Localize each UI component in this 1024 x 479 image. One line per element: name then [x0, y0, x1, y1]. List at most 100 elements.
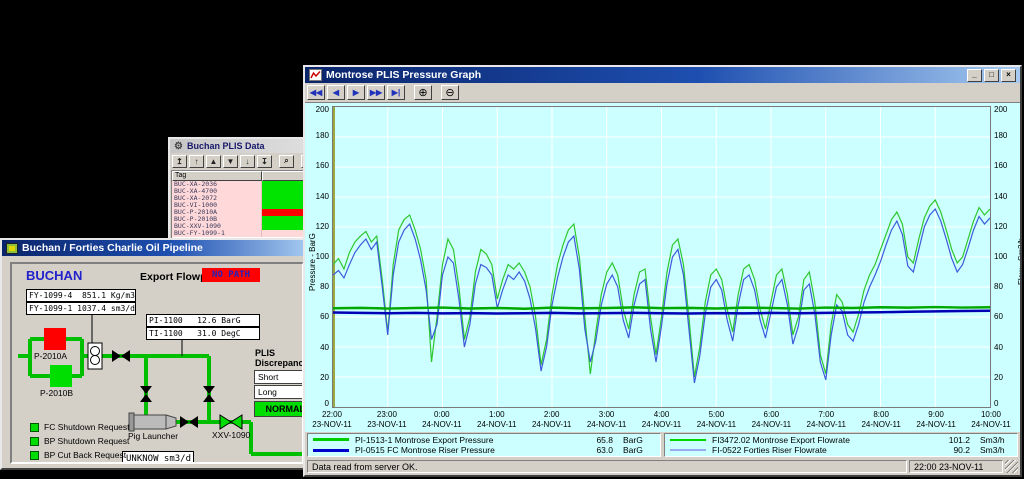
find-button[interactable]: ⌕	[279, 154, 294, 168]
y-tick-label: 0	[324, 399, 329, 408]
y-tick-label: 180	[315, 131, 329, 141]
pump-a[interactable]	[44, 328, 66, 350]
close-button[interactable]: ×	[1001, 68, 1016, 82]
legend-line-sample	[313, 438, 349, 442]
x-tick-label: 4:00 24-NOV-11	[641, 410, 682, 429]
pump-b[interactable]	[50, 365, 72, 387]
row-up-button[interactable]: ▲	[206, 154, 221, 168]
y-tick-label: 160	[315, 161, 329, 171]
row-down-button[interactable]: ▼	[223, 154, 238, 168]
chart-legend: PI-1513-1 Montrose Export Pressure 65.8 Ba…	[305, 432, 1020, 458]
x-tick-label: 9:00 24-NOV-11	[916, 410, 956, 429]
discrepancy-long-select[interactable]: Long	[254, 385, 302, 399]
request-status-icon	[30, 436, 39, 446]
request-indicator: BP Cut Back Request	[30, 450, 126, 460]
legend-line-sample	[670, 449, 706, 452]
window-controls: _ □ ×	[967, 68, 1016, 82]
pig-launcher	[128, 412, 177, 432]
jump-end-button[interactable]: ▶|	[387, 85, 405, 100]
pipeline-window: Buchan / Forties Charlie Oil Pipeline BU…	[0, 238, 310, 470]
step-forward-button[interactable]: ▶	[347, 85, 365, 100]
flow-meter-icon	[87, 342, 103, 370]
legend-unit: BarG	[623, 445, 643, 456]
zoom-in-button[interactable]: ⊕	[414, 85, 432, 100]
graph-window-icon	[309, 69, 322, 81]
x-tick-label: 8:00 24-NOV-11	[861, 410, 901, 429]
jump-forward-button[interactable]: ▶▶	[367, 85, 385, 100]
scroll-bottom-button[interactable]: ↧	[257, 154, 272, 168]
scroll-up-button[interactable]: ↑	[189, 154, 204, 168]
series-line-0	[333, 305, 990, 310]
legend-row: PI-1513-1 Montrose Export Pressure 65.8 Ba…	[313, 435, 655, 445]
scroll-down-button[interactable]: ↓	[240, 154, 255, 168]
y-tick-label: 120	[315, 221, 329, 231]
pump-a-label: P-2010A	[34, 351, 68, 361]
pig-launcher-label: Pig Launcher	[128, 431, 179, 441]
legend-value: 63.0	[596, 445, 613, 456]
minimize-button[interactable]: _	[967, 68, 982, 82]
legend-row: FI-0522 Forties Riser Flowrate 90.2 Sm3/h	[670, 445, 1012, 455]
y-tick-label: 20	[320, 372, 329, 382]
y-tick-label: 180	[994, 131, 1008, 141]
xxv-1090-valve-icon[interactable]	[219, 414, 243, 430]
legend-flow-panel: FI3472.02 Montrose Export Flowrate 101.2 S…	[664, 433, 1018, 457]
pipeline-window-title: Buchan / Forties Charlie Oil Pipeline	[22, 242, 203, 254]
legend-value: 65.8	[596, 434, 613, 445]
valve-icon	[112, 350, 130, 362]
y-tick-label: 160	[994, 161, 1008, 171]
x-tick-label: 2:00 24-NOV-11	[531, 410, 572, 429]
jump-start-button[interactable]: ◀◀	[307, 85, 325, 100]
discrepancy-short-select[interactable]: Short	[254, 370, 302, 384]
chart-area: 0 20 40 60 80 100 120 140 160 180 200 0 20 40 60 80 100…	[305, 102, 1020, 432]
zoom-out-button[interactable]: ⊖	[441, 85, 459, 100]
legend-row: PI-0515 FC Montrose Riser Pressure 63.0 Ba…	[313, 445, 655, 455]
x-tick-label: 5:00 24-NOV-11	[696, 410, 737, 429]
y-axis-right-title: Flow - Sm3/h	[1017, 237, 1020, 285]
pump-b-label: P-2010B	[40, 388, 74, 398]
y-tick-label: 60	[320, 312, 329, 322]
step-back-button[interactable]: ◀	[327, 85, 345, 100]
discrepancy-status-badge: NORMAL	[254, 401, 302, 417]
valve-icon	[180, 416, 198, 428]
legend-label: FI3472.02 Montrose Export Flowrate	[712, 434, 850, 445]
legend-unit: Sm3/h	[980, 434, 1005, 445]
valve-icon	[140, 386, 152, 402]
legend-value: 90.2	[953, 445, 970, 456]
x-tick-label: 6:00 24-NOV-11	[751, 410, 792, 429]
y-tick-label: 100	[994, 252, 1008, 261]
status-cursor-time: 22:00 23-NOV-11	[909, 460, 1003, 473]
request-indicator: FC Shutdown Request	[30, 422, 130, 432]
pipeline-window-icon	[6, 242, 18, 254]
plis-discrepancy-title-1: PLIS	[255, 348, 276, 358]
legend-line-sample	[313, 448, 349, 452]
graph-window-title: Montrose PLIS Pressure Graph	[326, 69, 482, 81]
instrument-pi-1100: PI-1100 12.6 BarG	[146, 314, 260, 327]
request-label: FC Shutdown Request	[44, 422, 130, 432]
x-tick-label: 7:00 24-NOV-11	[806, 410, 846, 429]
resize-grip[interactable]	[1005, 460, 1018, 473]
unknown-flow-readout: UNKNOW sm3/d	[122, 451, 194, 462]
desktop: ⚙ Buchan PLIS Data ↥↑▲▼↓↧⌕? Tag BUC-XA-2…	[0, 0, 1024, 479]
pipeline-title-bar[interactable]: Buchan / Forties Charlie Oil Pipeline	[2, 240, 308, 256]
legend-label: PI-1513-1 Montrose Export Pressure	[355, 434, 494, 445]
buchan-heading: BUCHAN	[26, 268, 83, 283]
plot-canvas[interactable]	[332, 106, 991, 408]
x-tick-label: 10:00 24-NOV-11	[971, 410, 1011, 429]
request-status-icon	[30, 422, 39, 432]
y-tick-label: 40	[994, 342, 1003, 352]
y-tick-label: 200	[315, 105, 329, 114]
legend-pressure-panel: PI-1513-1 Montrose Export Pressure 65.8 Ba…	[307, 433, 661, 457]
y-tick-label: 140	[315, 191, 329, 201]
scroll-top-button[interactable]: ↥	[172, 154, 187, 168]
request-status-icon	[30, 450, 39, 460]
x-tick-label: 0:00 24-NOV-11	[422, 410, 462, 429]
graph-title-bar[interactable]: Montrose PLIS Pressure Graph _ □ ×	[305, 67, 1020, 83]
y-axis-left-title: Pressure - BarG	[308, 233, 317, 291]
legend-row: FI3472.02 Montrose Export Flowrate 101.2 S…	[670, 435, 1012, 445]
gear-icon: ⚙	[174, 140, 183, 152]
y-tick-label: 40	[320, 342, 329, 352]
valve-icon	[203, 386, 215, 402]
x-tick-label: 23:00 23-NOV-11	[367, 410, 407, 429]
y-tick-label: 20	[994, 372, 1003, 382]
maximize-button[interactable]: □	[984, 68, 999, 82]
